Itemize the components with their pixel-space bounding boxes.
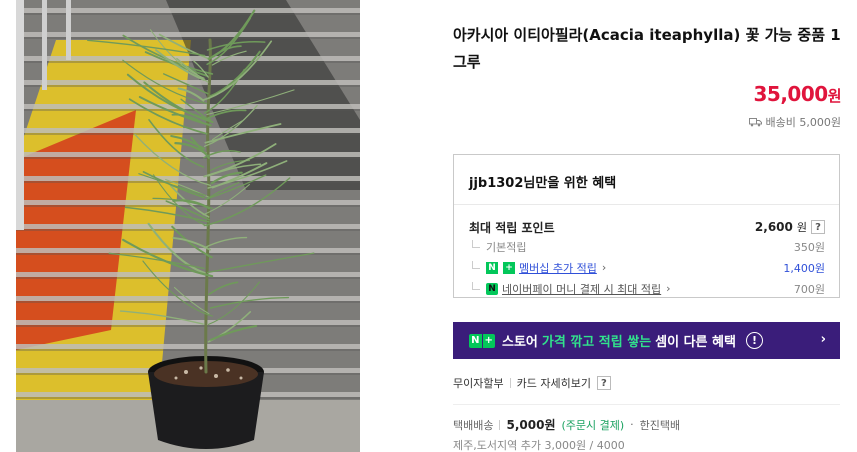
divider [499, 419, 501, 430]
points-row-basic-value: 350원 [793, 240, 825, 254]
delivery-fee: 5,000원 [506, 418, 556, 432]
delivery-extra-fee: 제주,도서지역 추가 3,000원 / 4000 [453, 439, 625, 452]
points-row-basic-label: 기본적립 [486, 240, 527, 254]
naverpay-icon: N [486, 282, 498, 295]
membership-points-link[interactable]: 멤버십 추가 적립 [519, 260, 597, 276]
tree-branch-icon [472, 239, 480, 248]
banner-chevron-right-icon: › [820, 332, 826, 347]
max-points-label: 최대 적립 포인트 [469, 220, 555, 235]
delivery-fee-note: (주문시 결제) [561, 418, 625, 432]
info-circle-icon: ! [745, 332, 763, 349]
shipping-fee-text: 배송비 5,000원 [765, 116, 841, 129]
points-row-naverpay-left: N 네이버페이 머니 결제 시 최대 적립 › [472, 281, 671, 297]
delivery-method: 택배배송 [453, 418, 494, 432]
points-row-basic-left: 기본적립 [472, 239, 526, 255]
points-row-membership: N + 멤버십 추가 적립 › 1,400원 [469, 257, 825, 278]
points-help-icon[interactable]: ? [811, 220, 825, 234]
points-row-naverpay-value: 700원 [793, 282, 825, 296]
courier-name: 한진택배 [639, 418, 681, 432]
plus-icon: + [503, 261, 515, 274]
store-benefit-banner[interactable]: N + 스토어 가격 깎고 적립 쌓는 셈이 다른 혜택 ! › [453, 322, 840, 359]
tree-branch-icon [472, 281, 480, 290]
max-points-row: 최대 적립 포인트 2,600 원 ? [469, 218, 825, 236]
naver-plus-store-icon: N + [469, 333, 495, 348]
max-points-unit: 원 [796, 221, 807, 234]
card-help-icon[interactable]: ? [596, 376, 611, 390]
chevron-right-icon: › [601, 261, 607, 274]
points-row-naverpay: N 네이버페이 머니 결제 시 최대 적립 › 700원 [469, 278, 825, 299]
max-points-value-wrap: 2,600 원 ? [755, 219, 825, 235]
nbadge-plus: + [481, 333, 495, 348]
benefit-body: 최대 적립 포인트 2,600 원 ? 기본적립 350원 N + 멤버십 추가 적… [454, 205, 839, 299]
chevron-right-icon: › [666, 282, 671, 295]
banner-suffix: 셈이 다른 혜택 [655, 335, 736, 350]
dot-separator: · [630, 418, 634, 431]
banner-highlight: 가격 깎고 적립 쌓는 [541, 335, 652, 350]
price-value: 35,000 [753, 82, 829, 106]
points-row-membership-left: N + 멤버십 추가 적립 › [472, 260, 606, 276]
card-detail-link[interactable]: 카드 자세히보기 [517, 375, 591, 391]
product-title: 아카시아 이티아필라(Acacia iteaphylla) 꽃 가능 중품 1그… [453, 26, 841, 71]
shipping-fee: 배송비 5,000원 [748, 114, 841, 130]
payment-row: 무이자할부 카드 자세히보기 ? [453, 375, 611, 391]
price-unit: 원 [827, 87, 842, 105]
points-row-membership-value: 1,400원 [783, 261, 825, 275]
divider [509, 378, 511, 388]
section-divider [453, 404, 840, 405]
points-row-basic: 기본적립 350원 [469, 236, 825, 257]
installment-label: 무이자할부 [453, 377, 504, 390]
nbadge-n: N [469, 333, 482, 348]
naver-n-icon: N [486, 261, 498, 274]
product-price: 35,000원 [754, 82, 842, 106]
max-points-value: 2,600 [754, 220, 793, 234]
truck-icon [748, 118, 762, 127]
product-info-panel: 아카시아 이티아필라(Acacia iteaphylla) 꽃 가능 중품 1그… [453, 0, 842, 452]
naverpay-points-link[interactable]: 네이버페이 머니 결제 시 최대 적립 [502, 281, 661, 297]
benefit-heading: jjb1302님만을 위한 혜택 [454, 155, 839, 205]
banner-prefix: 스토어 [502, 335, 538, 350]
product-image[interactable] [16, 0, 360, 452]
benefit-box: jjb1302님만을 위한 혜택 최대 적립 포인트 2,600 원 ? 기본적립… [453, 154, 840, 298]
delivery-row: 택배배송 5,000원 (주문시 결제) · 한진택배 [453, 416, 680, 433]
tree-branch-icon [472, 260, 480, 269]
